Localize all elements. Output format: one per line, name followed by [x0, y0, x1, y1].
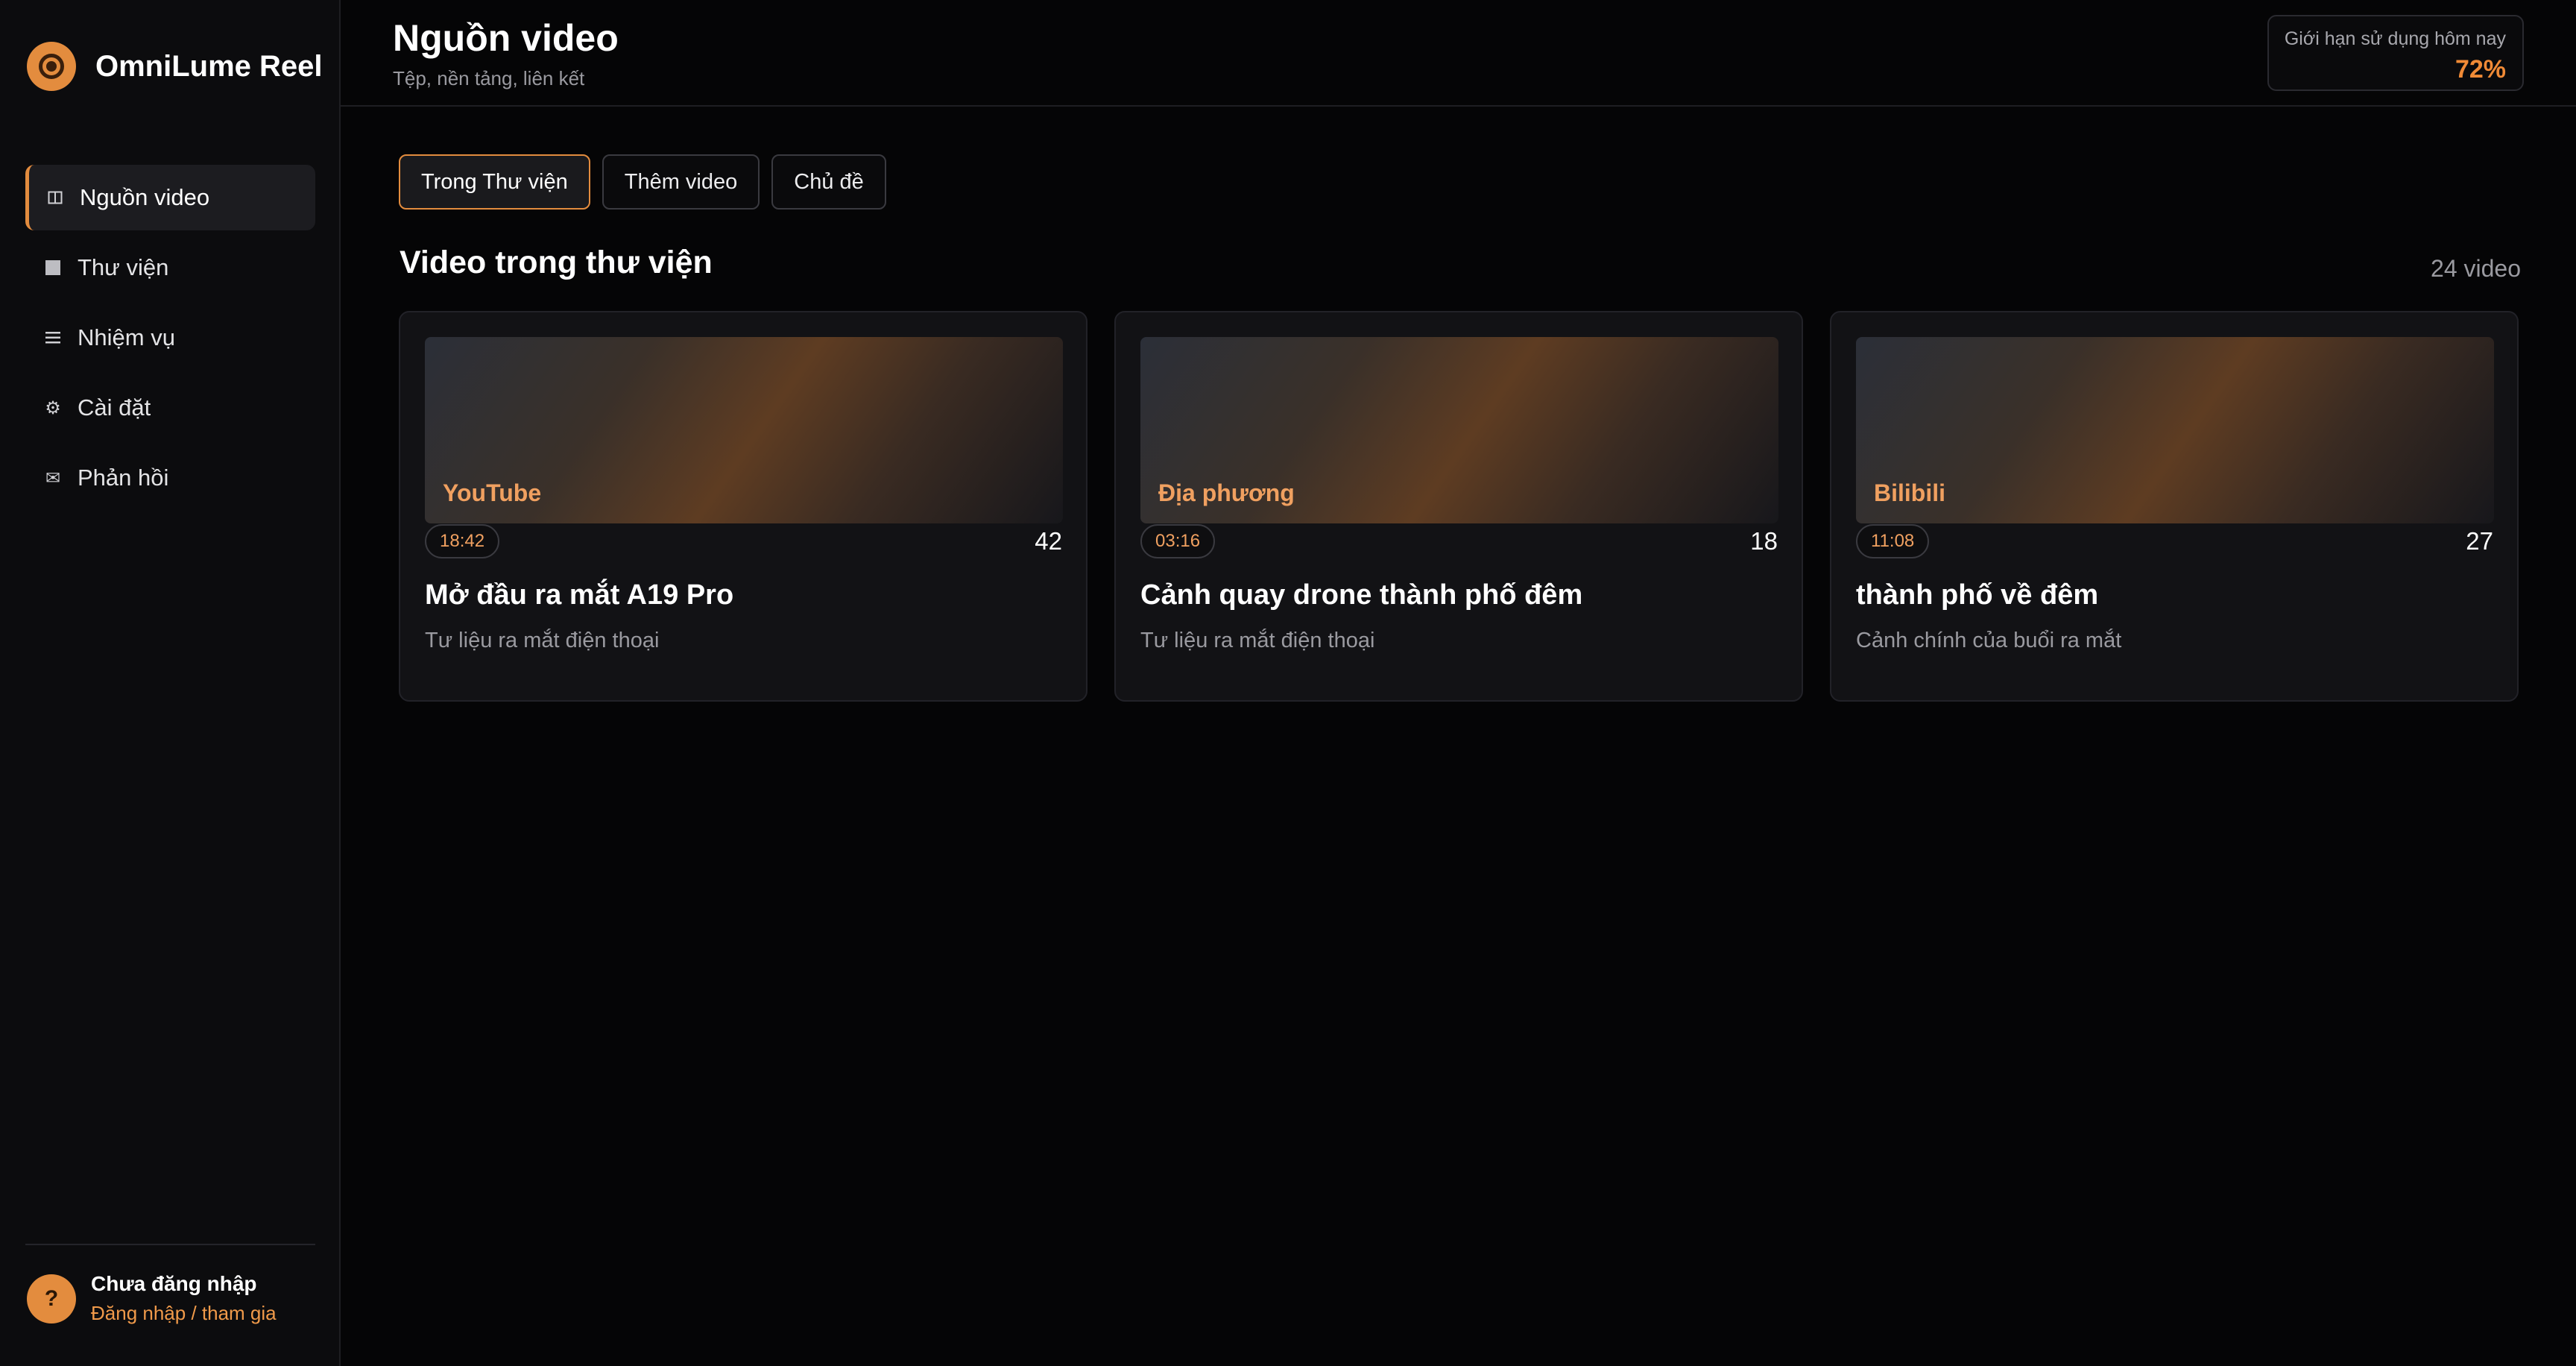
- avatar: ?: [27, 1274, 76, 1323]
- page-title: Nguồn video: [393, 17, 619, 59]
- sidebar-divider: [25, 1244, 315, 1245]
- tab-topics[interactable]: Chủ đề: [771, 154, 886, 210]
- sidebar-item-video-sources[interactable]: Nguồn video: [25, 165, 315, 230]
- user-panel[interactable]: ? Chưa đăng nhập Đăng nhập / tham gia: [27, 1272, 277, 1325]
- list-icon: [42, 331, 64, 344]
- mail-icon: ✉: [45, 468, 61, 488]
- sidebar: OmniLume Reel Nguồn video Thư viện Nhiệm…: [0, 0, 341, 1366]
- clip-count: 42: [1035, 527, 1062, 555]
- brand[interactable]: OmniLume Reel: [27, 42, 323, 91]
- sidebar-item-label: Thư viện: [78, 254, 169, 280]
- source-label: Địa phương: [1158, 479, 1295, 506]
- video-description: Cảnh chính của buổi ra mắt: [1856, 629, 2122, 652]
- video-thumbnail[interactable]: Bilibili: [1856, 337, 2494, 523]
- tab-add-video[interactable]: Thêm video: [602, 154, 760, 210]
- video-title: Mở đầu ra mắt A19 Pro: [425, 579, 734, 611]
- sidebar-item-label: Nguồn video: [80, 184, 210, 210]
- duration-badge: 18:42: [425, 524, 500, 558]
- sidebar-item-label: Cài đặt: [78, 394, 151, 421]
- header: Nguồn video Tệp, nền tảng, liên kết Giới…: [341, 0, 2576, 107]
- video-description: Tư liệu ra mắt điện thoại: [425, 629, 660, 652]
- login-link[interactable]: Đăng nhập / tham gia: [91, 1302, 277, 1325]
- square-icon: [42, 259, 64, 276]
- sidebar-item-label: Nhiệm vụ: [78, 324, 175, 350]
- video-grid: YouTube 18:42 42 Mở đầu ra mắt A19 Pro T…: [399, 311, 2519, 702]
- tab-bar: Trong Thư viện Thêm video Chủ đề: [399, 154, 898, 210]
- duration-badge: 11:08: [1856, 524, 1930, 558]
- clip-count: 27: [2466, 527, 2493, 555]
- sidebar-item-library[interactable]: Thư viện: [25, 235, 315, 300]
- gear-icon: ⚙: [45, 397, 61, 418]
- page-subtitle: Tệp, nền tảng, liên kết: [393, 67, 585, 89]
- duration-badge: 03:16: [1140, 524, 1216, 558]
- usage-limit-badge: Giới hạn sử dụng hôm nay 72%: [2267, 15, 2524, 91]
- video-card[interactable]: YouTube 18:42 42 Mở đầu ra mắt A19 Pro T…: [399, 311, 1087, 702]
- video-thumbnail[interactable]: Địa phương: [1140, 337, 1778, 523]
- source-label: Bilibili: [1874, 479, 1945, 506]
- usage-label: Giới hạn sử dụng hôm nay: [2284, 28, 2506, 49]
- usage-value: 72%: [2455, 55, 2506, 84]
- sidebar-item-settings[interactable]: ⚙ Cài đặt: [25, 375, 315, 441]
- source-label: YouTube: [443, 479, 542, 506]
- video-count: 24 video: [2431, 255, 2521, 282]
- tab-in-library[interactable]: Trong Thư viện: [399, 154, 590, 210]
- user-status: Chưa đăng nhập: [91, 1272, 257, 1295]
- logo-icon: [27, 42, 76, 91]
- section-title: Video trong thư viện: [400, 245, 713, 280]
- columns-icon: [44, 190, 66, 205]
- video-thumbnail[interactable]: YouTube: [425, 337, 1063, 523]
- video-card[interactable]: Địa phương 03:16 18 Cảnh quay drone thàn…: [1114, 311, 1803, 702]
- video-title: thành phố về đêm: [1856, 579, 2099, 611]
- sidebar-nav: Nguồn video Thư viện Nhiệm vụ ⚙ Cài đặt …: [25, 165, 315, 515]
- sidebar-item-label: Phản hồi: [78, 465, 169, 491]
- sidebar-item-feedback[interactable]: ✉ Phản hồi: [25, 445, 315, 511]
- video-description: Tư liệu ra mắt điện thoại: [1140, 629, 1375, 652]
- sidebar-item-tasks[interactable]: Nhiệm vụ: [25, 305, 315, 371]
- video-title: Cảnh quay drone thành phố đêm: [1140, 579, 1583, 611]
- clip-count: 18: [1750, 527, 1778, 555]
- app-name: OmniLume Reel: [95, 49, 323, 83]
- video-card[interactable]: Bilibili 11:08 27 thành phố về đêm Cảnh …: [1830, 311, 2519, 702]
